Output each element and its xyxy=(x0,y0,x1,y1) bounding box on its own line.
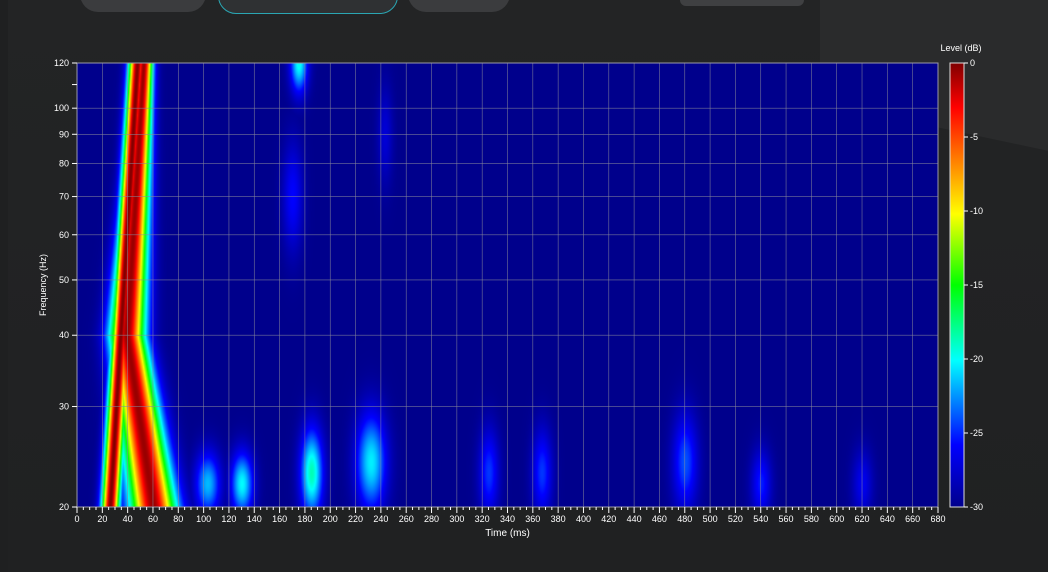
y-tick-label: 120 xyxy=(54,58,69,68)
x-tick-label: 620 xyxy=(855,514,870,524)
colorbar-label: Level (dB) xyxy=(940,43,981,53)
spectrogram-chart: 0 20 40 60 80 100 120 140 160 180 200 220 240 260 280 3… xyxy=(38,43,983,539)
y-tick-label: 40 xyxy=(59,330,69,340)
x-tick-label: 320 xyxy=(475,514,490,524)
x-tick-label: 160 xyxy=(272,514,287,524)
x-tick-label: 20 xyxy=(97,514,107,524)
x-tick-label: 280 xyxy=(424,514,439,524)
x-tick-label: 540 xyxy=(753,514,768,524)
y-tick-label: 70 xyxy=(59,192,69,202)
x-tick-label: 0 xyxy=(74,514,79,524)
y-tick-label: 20 xyxy=(59,502,69,512)
x-tick-label: 380 xyxy=(551,514,566,524)
x-tick-label: 180 xyxy=(297,514,312,524)
x-tick-label: 260 xyxy=(399,514,414,524)
colorbar-tick-label: -20 xyxy=(970,354,983,364)
x-tick-label: 520 xyxy=(728,514,743,524)
x-tick-label: 340 xyxy=(500,514,515,524)
colorbar-tick-label: -10 xyxy=(970,206,983,216)
y-tick-label: 60 xyxy=(59,230,69,240)
x-tick-label: 360 xyxy=(525,514,540,524)
x-tick-label: 560 xyxy=(779,514,794,524)
colorbar-tick-label: -5 xyxy=(970,132,978,142)
x-tick-label: 40 xyxy=(123,514,133,524)
x-tick-label: 480 xyxy=(677,514,692,524)
y-axis-label: Frequency (Hz) xyxy=(38,254,48,316)
y-tick-label: 90 xyxy=(59,129,69,139)
x-tick-label: 80 xyxy=(173,514,183,524)
colorbar-tick-label: -30 xyxy=(970,502,983,512)
y-tick-label: 100 xyxy=(54,103,69,113)
x-tick-label: 600 xyxy=(829,514,844,524)
x-tick-label: 300 xyxy=(449,514,464,524)
y-tick-label: 80 xyxy=(59,158,69,168)
x-tick-label: 680 xyxy=(930,514,945,524)
x-axis: 0 20 40 60 80 100 120 140 160 180 200 220 240 260 280 3… xyxy=(74,507,946,524)
x-tick-label: 440 xyxy=(627,514,642,524)
x-tick-label: 640 xyxy=(880,514,895,524)
colorbar-tick-label: -15 xyxy=(970,280,983,290)
y-tick-label: 50 xyxy=(59,275,69,285)
x-tick-label: 60 xyxy=(148,514,158,524)
colorbar-tick-label: 0 xyxy=(970,58,975,68)
x-tick-label: 220 xyxy=(348,514,363,524)
colorbar-tick-label: -25 xyxy=(970,428,983,438)
x-tick-label: 120 xyxy=(221,514,236,524)
x-tick-label: 140 xyxy=(247,514,262,524)
colorbar xyxy=(949,62,965,508)
x-tick-label: 580 xyxy=(804,514,819,524)
y-axis: 20 30 40 50 60 70 80 90 100 120 xyxy=(54,58,77,512)
x-tick-label: 660 xyxy=(905,514,920,524)
y-tick-label: 30 xyxy=(59,402,69,412)
x-tick-label: 460 xyxy=(652,514,667,524)
x-tick-label: 240 xyxy=(373,514,388,524)
x-tick-label: 400 xyxy=(576,514,591,524)
colorbar-ticks: 0 -5 -10 -15 -20 -25 -30 xyxy=(964,58,983,512)
x-tick-label: 420 xyxy=(601,514,616,524)
x-tick-label: 100 xyxy=(196,514,211,524)
x-tick-label: 200 xyxy=(323,514,338,524)
x-tick-label: 500 xyxy=(703,514,718,524)
x-axis-label: Time (ms) xyxy=(485,528,530,539)
